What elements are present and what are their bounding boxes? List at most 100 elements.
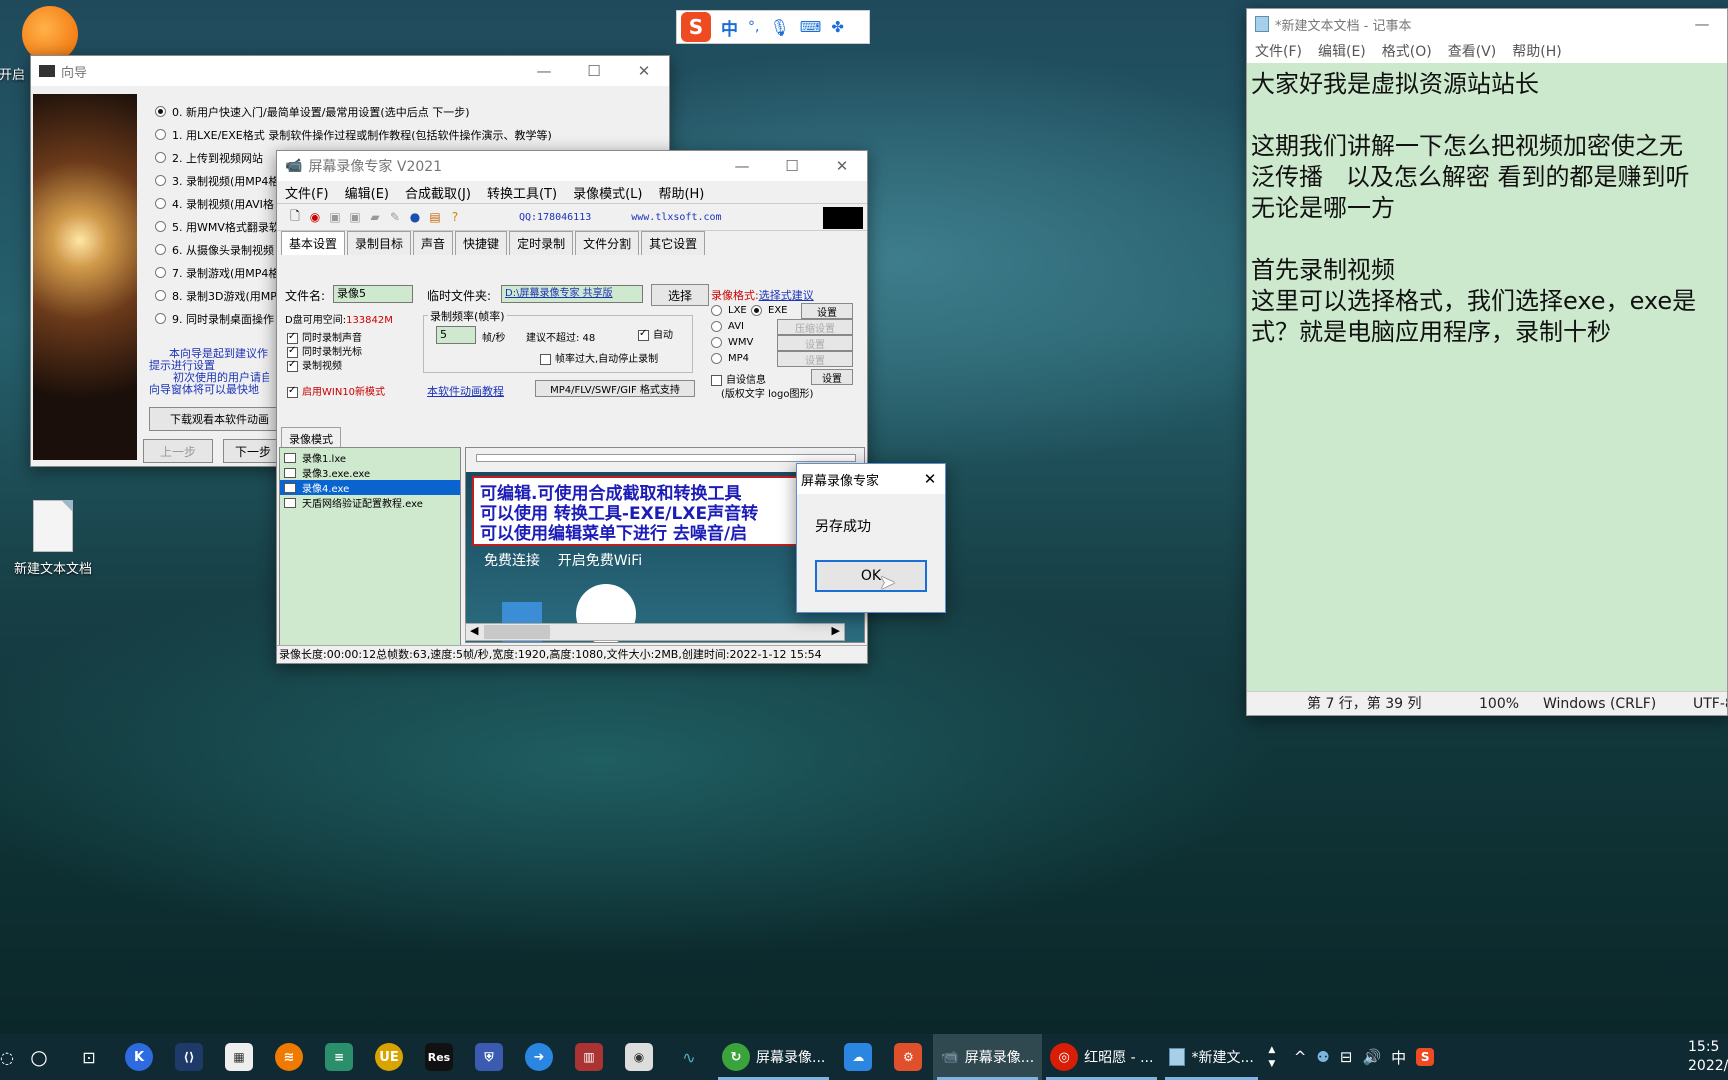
app-icon-cpu[interactable]: ▦ [219,1037,259,1077]
app-icon-ue[interactable]: UE [369,1037,409,1077]
custom-info-settings-button[interactable]: 设置 [811,369,853,385]
rec-format-link[interactable]: 选择式建议 [759,289,814,302]
tab-basic[interactable]: 基本设置 [281,231,346,255]
framerate-input[interactable]: 5 [436,326,476,344]
file-list-item[interactable]: 天盾网络验证配置教程.exe [280,495,460,510]
download-tutorial-button[interactable]: 下载观看本软件动画 [149,407,279,431]
wifi-desktop-icon[interactable] [22,6,84,62]
check-audio[interactable]: 同时录制声音 [287,329,362,344]
checkbox-checked[interactable] [638,328,649,341]
ime-punct-button[interactable]: °, [748,19,759,35]
toolbox-icon[interactable]: ✤ [831,18,844,36]
app-icon-wifi[interactable]: ≋ [269,1037,309,1077]
menu-edit[interactable]: 编辑(E) [1310,41,1374,61]
sogou-logo-icon[interactable]: S [681,12,711,42]
app-icon-res[interactable]: Res [419,1037,459,1077]
app-icon-editor[interactable]: ≡ [319,1037,359,1077]
menu-file[interactable]: 文件(F) [1247,41,1310,61]
choose-folder-button[interactable]: 选择 [651,284,709,306]
stop-icon[interactable]: ▣ [345,207,365,227]
radio[interactable] [155,175,166,186]
tab-audio[interactable]: 声音 [413,231,454,255]
pause-icon[interactable]: ▣ [325,207,345,227]
network-icon[interactable]: ⊟ [1340,1048,1353,1066]
tab-target[interactable]: 录制目标 [347,231,412,255]
record-icon[interactable]: ◉ [305,207,325,227]
avi-settings-button[interactable]: 压缩设置 [777,319,853,335]
cortana-icon[interactable]: ○ [19,1037,59,1077]
menu-help[interactable]: 帮助(H) [650,183,712,202]
help-icon[interactable]: ? [445,207,465,227]
app-icon-book[interactable]: ▥ [569,1037,609,1077]
keyboard-icon[interactable]: ⌨ [800,18,822,36]
taskbar-app-music[interactable]: ◎ 红昭愿 - ... [1042,1034,1161,1080]
ok-button[interactable]: OK [815,560,927,592]
menu-convert[interactable]: 转换工具(T) [479,183,565,202]
gift-icon[interactable]: ▤ [425,207,445,227]
radio[interactable] [711,337,722,348]
minimize-button[interactable]: — [1677,9,1727,39]
pen-icon[interactable]: ✎ [385,207,405,227]
check-video[interactable]: 录制视频 [287,357,342,372]
tab-hotkeys[interactable]: 快捷键 [455,231,508,255]
next-button[interactable]: 下一步 [223,439,283,463]
tray-lang[interactable]: 中 [1391,1047,1406,1068]
close-button[interactable]: ✕ [619,56,669,86]
tempdir-input[interactable]: D:\屏幕录像专家 共享版 [501,285,643,303]
tray-app-icon[interactable]: ⚉ [1316,1048,1329,1066]
format-exe[interactable]: EXE [751,305,788,316]
format-support-button[interactable]: MP4/FLV/SWF/GIF 格式支持 [535,380,695,397]
file-list-item-selected[interactable]: 录像4.exe [280,480,460,495]
menu-edit[interactable]: 编辑(E) [337,183,397,202]
checkbox-checked[interactable] [287,359,298,372]
website-label[interactable]: www.tlxsoft.com [631,212,721,223]
taskbar-app-recorder-1[interactable]: ↻ 屏幕录像... [714,1034,833,1080]
format-lxe[interactable]: LXE [707,305,747,316]
wmv-settings-button[interactable]: 设置 [777,335,853,351]
radio[interactable] [155,290,166,301]
app-icon-orange[interactable]: ⚙ [888,1037,928,1077]
app-icon-wave[interactable]: ∿ [669,1037,709,1077]
filename-input[interactable]: 录像5 [333,285,413,303]
close-button[interactable]: ✕ [915,464,945,494]
taskbar-scroll-arrows[interactable]: ▲ ▼ [1264,1043,1280,1071]
radio[interactable] [711,305,722,316]
tab-schedule[interactable]: 定时录制 [509,231,574,255]
exe-settings-button[interactable]: 设置 [801,303,853,319]
radio[interactable] [155,313,166,324]
mp4-settings-button[interactable]: 设置 [777,351,853,367]
app-icon-shield[interactable]: ⛨ [469,1037,509,1077]
radio[interactable] [155,244,166,255]
app-icon-blue-k[interactable]: K [119,1037,159,1077]
sogou-tray-icon[interactable]: S [1416,1048,1435,1066]
radio-selected[interactable] [155,106,166,117]
checkbox-checked[interactable] [287,345,298,358]
clock[interactable]: 15:5 2022/ [1688,1038,1728,1076]
menu-file[interactable]: 文件(F) [277,183,337,202]
menu-format[interactable]: 格式(O) [1374,41,1440,61]
check-win10[interactable]: 启用WIN10新模式 [287,383,385,398]
notepad-text-area[interactable]: 大家好我是虚拟资源站站长 这期我们讲解一下怎么把视频加密使之无 泛传播 以及怎么… [1249,67,1727,691]
app-icon-bracket[interactable]: ⟨⟩ [169,1037,209,1077]
file-list-item[interactable]: 录像1.lxe [280,450,460,465]
tray-expand-icon[interactable]: ^ [1294,1048,1307,1066]
task-view-icon[interactable]: ⊡ [69,1037,109,1077]
radio[interactable] [155,152,166,163]
ime-lang-button[interactable]: 中 [721,15,738,40]
desktop-icon-new-text-doc[interactable]: 新建文本文档 [3,500,103,577]
format-mp4[interactable]: MP4 [707,353,749,364]
radio[interactable] [711,353,722,364]
start-icon[interactable]: ◌ [0,1037,14,1077]
check-cursor[interactable]: 同时录制光标 [287,343,362,358]
minimize-button[interactable]: — [519,56,569,86]
maximize-button[interactable]: ☐ [569,56,619,86]
radio[interactable] [711,321,722,332]
scroll-left-arrow-icon[interactable]: ◀ [470,624,478,637]
app-icon-arrow[interactable]: ➜ [519,1037,559,1077]
new-file-icon[interactable]: 🗋 [285,207,305,227]
radio[interactable] [155,129,166,140]
custom-info-check[interactable]: 自设信息 [711,371,766,386]
microphone-icon[interactable]: 🎙 [769,18,789,37]
taskbar-app-recorder-2[interactable]: 📹 屏幕录像... [933,1034,1043,1080]
auto-check[interactable]: 自动 [638,326,673,341]
